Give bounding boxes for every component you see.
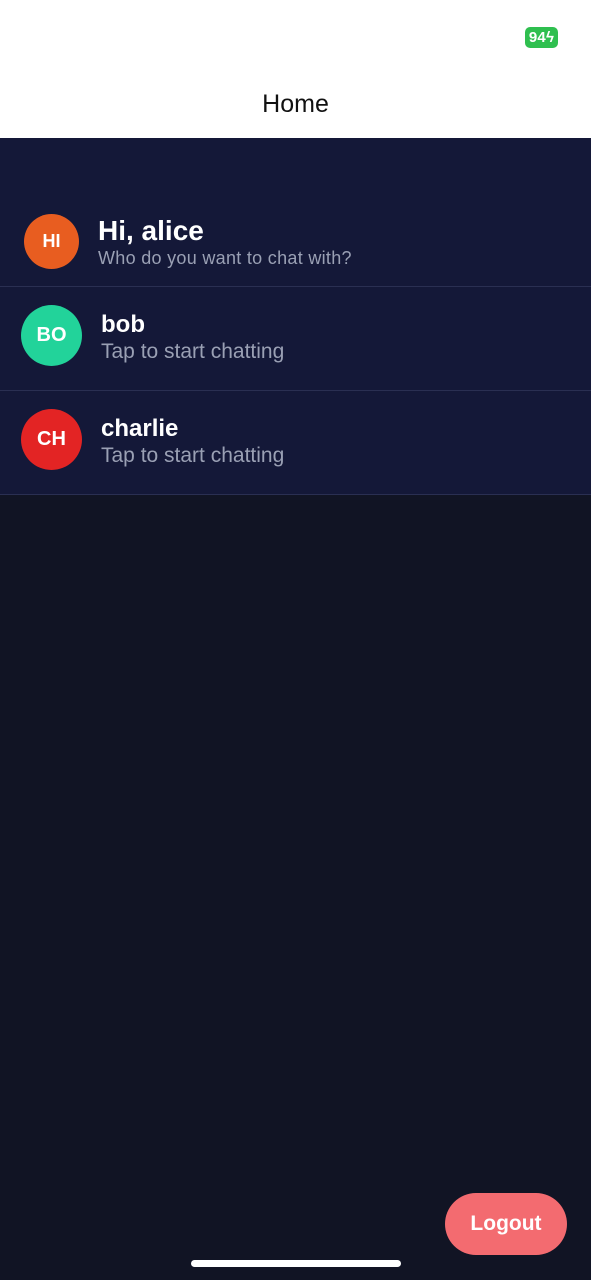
status-bar: 94ϟ [0,0,591,70]
contact-avatar: CH [21,409,82,470]
contact-row-charlie[interactable]: CH charlie Tap to start chatting [0,391,591,495]
contact-name: bob [101,311,145,338]
page-title: Home [262,90,329,118]
contact-name: charlie [101,415,179,442]
greeting-title: Hi, alice [98,215,204,246]
logout-button[interactable]: Logout [445,1193,567,1255]
battery-level: 94 [528,29,546,46]
greeting-header: HI Hi, alice Who do you want to chat wit… [0,138,591,287]
contact-subtitle: Tap to start chatting [101,444,285,467]
charging-bolt-icon: ϟ [545,29,555,46]
home-indicator[interactable] [191,1260,401,1267]
contact-subtitle: Tap to start chatting [101,340,285,363]
nav-header: Home [0,70,591,138]
contact-row-bob[interactable]: BO bob Tap to start chatting [0,287,591,391]
battery-icon: 94ϟ [525,27,558,48]
greeting-subtitle: Who do you want to chat with? [98,248,352,268]
contact-avatar: BO [21,305,82,366]
user-avatar: HI [24,214,79,269]
